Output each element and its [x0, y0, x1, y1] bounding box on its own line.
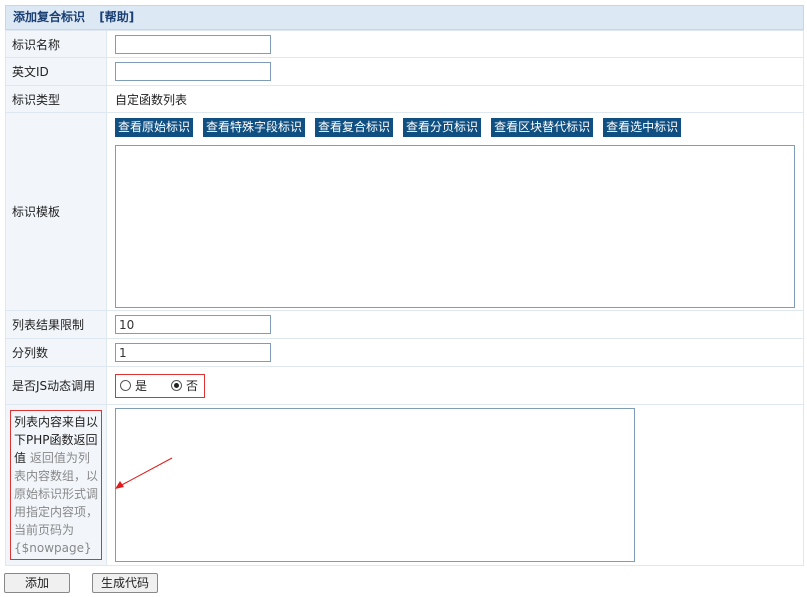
add-button[interactable]: 添加 [4, 573, 70, 593]
php-function-label: 列表内容来自以下PHP函数返回值 返回值为列表内容数组，以原始标识形式调用指定内… [10, 410, 102, 560]
form-table: 标识名称 英文ID 标识类型 自定函数列表 标识模板 查看原始标识 查看特殊字段… [5, 30, 804, 566]
php-function-textarea[interactable] [115, 408, 635, 562]
template-button-row: 查看原始标识 查看特殊字段标识 查看复合标识 查看分页标识 查看区块替代标识 查… [115, 113, 803, 137]
columns-input[interactable] [115, 343, 271, 362]
js-no-label: 否 [186, 379, 199, 393]
template-label: 标识模板 [5, 112, 107, 311]
limit-input[interactable] [115, 315, 271, 334]
radio-selected-dot [174, 383, 180, 388]
form-title: 添加复合标识 [13, 10, 86, 24]
english-id-input[interactable] [115, 62, 271, 81]
limit-label: 列表结果限制 [5, 310, 107, 339]
form-header: 添加复合标识 [帮助] [5, 5, 804, 30]
view-pagination-tag-button[interactable]: 查看分页标识 [403, 118, 482, 137]
js-label: 是否JS动态调用 [5, 366, 107, 405]
view-selected-tag-button[interactable]: 查看选中标识 [603, 118, 682, 137]
generate-code-button[interactable]: 生成代码 [92, 573, 158, 593]
php-label-hint: 返回值为列表内容数组，以原始标识形式调用指定内容项，当前页码为{$nowpage… [14, 451, 99, 555]
type-label: 标识类型 [5, 85, 107, 113]
english-id-label: 英文ID [5, 57, 107, 86]
name-input[interactable] [115, 34, 271, 54]
columns-label: 分列数 [5, 338, 107, 367]
view-block-replace-tag-button[interactable]: 查看区块替代标识 [491, 118, 594, 137]
js-yes-radio[interactable] [120, 380, 131, 391]
view-composite-tag-button[interactable]: 查看复合标识 [315, 118, 394, 137]
help-link[interactable]: [帮助] [99, 10, 134, 24]
type-value: 自定函数列表 [106, 85, 804, 113]
name-label: 标识名称 [5, 30, 107, 58]
js-radio-group: 是 否 [115, 373, 206, 398]
template-textarea[interactable] [115, 145, 795, 308]
view-special-field-tag-button[interactable]: 查看特殊字段标识 [203, 118, 306, 137]
js-yes-label: 是 [135, 379, 148, 393]
js-no-radio[interactable] [171, 380, 183, 391]
view-raw-tag-button[interactable]: 查看原始标识 [115, 118, 194, 137]
